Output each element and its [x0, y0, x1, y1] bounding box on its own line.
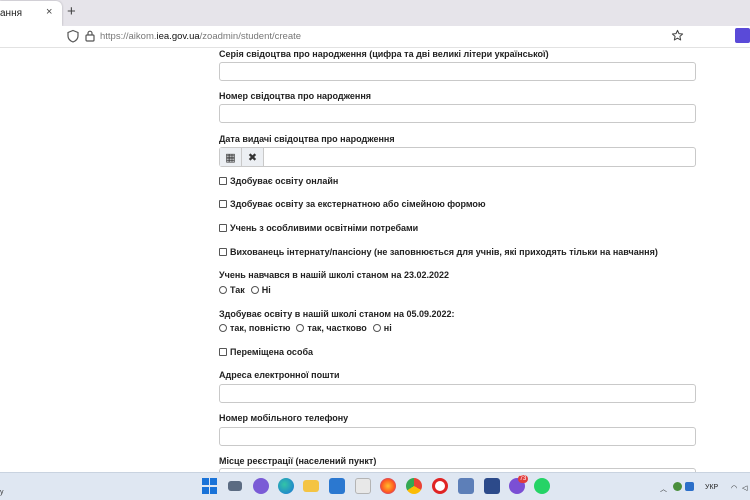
checkbox-label: Здобуває освіту за екстернатною або сіме…	[230, 199, 486, 209]
browser-tab[interactable]: ання ×	[0, 1, 62, 26]
tab-title: ання	[0, 8, 23, 19]
url-path: /zoadmin/student/create	[199, 31, 302, 42]
checkbox-box[interactable]	[219, 177, 227, 185]
phone-label: Номер мобільного телефону	[219, 413, 349, 423]
tray-app-icon[interactable]	[673, 482, 682, 491]
windows-start-icon[interactable]	[202, 478, 218, 494]
displaced-person-checkbox[interactable]: Переміщена особа	[219, 347, 313, 357]
birth-cert-series-label: Серія свідоцтва про народження (цифра та…	[219, 49, 549, 59]
tab-close-icon[interactable]: ×	[46, 6, 52, 18]
taskbar: у 73 ︿ УКР ◠ ◁	[0, 472, 750, 500]
radio-fully[interactable]	[219, 324, 227, 332]
external-family-education-checkbox[interactable]: Здобуває освіту за екстернатною або сіме…	[219, 199, 486, 209]
checkbox-label: Вихованець інтернату/пансіону (не заповн…	[230, 247, 658, 257]
radio-yes-label[interactable]: Так	[230, 285, 245, 295]
opera-icon[interactable]	[432, 478, 448, 494]
radio-none-label[interactable]: ні	[384, 323, 392, 333]
student-form: Серія свідоцтва про народження (цифра та…	[0, 48, 750, 472]
wifi-icon[interactable]: ◠	[731, 484, 737, 492]
radio-partially[interactable]	[296, 324, 305, 332]
lock-icon[interactable]	[84, 29, 96, 43]
keyboard-language[interactable]: УКР	[705, 484, 718, 491]
birth-cert-number-input[interactable]	[219, 104, 696, 123]
task-view-icon[interactable]	[228, 481, 242, 491]
app-icon-2[interactable]	[458, 478, 474, 494]
radio-no-label[interactable]: Ні	[262, 285, 271, 295]
save-app-icon[interactable]	[484, 478, 500, 494]
shield-icon[interactable]	[66, 29, 80, 43]
checkbox-box[interactable]	[219, 248, 227, 256]
tray-chevron-icon[interactable]: ︿	[660, 484, 667, 494]
email-input[interactable]	[219, 384, 696, 403]
whatsapp-icon[interactable]	[534, 478, 550, 494]
studied-2022-label: Учень навчався в нашій школі станом на 2…	[219, 270, 449, 280]
studies-09-2022-radio-group: так, повністю так, частково ні	[219, 323, 392, 333]
registration-label: Місце реєстрації (населений пункт)	[219, 456, 377, 466]
volume-icon[interactable]: ◁	[742, 484, 747, 492]
birth-cert-date-field[interactable]: ▦ ✖	[219, 147, 696, 167]
url-field[interactable]: https://aikom.iea.gov.ua/zoadmin/student…	[100, 31, 301, 42]
checkbox-box[interactable]	[219, 200, 227, 208]
file-explorer-icon[interactable]	[303, 480, 319, 492]
radio-yes[interactable]	[219, 286, 227, 294]
birth-cert-date-label: Дата видачі свідоцтва про народження	[219, 134, 395, 144]
notification-badge: 73	[518, 475, 528, 483]
chat-icon[interactable]	[253, 478, 269, 494]
new-tab-button[interactable]: +	[67, 3, 76, 20]
store-icon[interactable]	[329, 478, 345, 494]
phone-input[interactable]	[219, 427, 696, 446]
firefox-icon[interactable]	[380, 478, 396, 494]
studies-09-2022-label: Здобуває освіту в нашій школі станом на …	[219, 309, 455, 319]
bookmark-star-icon[interactable]	[671, 29, 684, 42]
checkbox-label: Учень з особливими освітніми потребами	[230, 223, 419, 233]
radio-partially-label[interactable]: так, частково	[307, 323, 366, 333]
online-education-checkbox[interactable]: Здобуває освіту онлайн	[219, 176, 338, 186]
special-needs-checkbox[interactable]: Учень з особливими освітніми потребами	[219, 223, 418, 233]
url-prefix: https://aikom.	[100, 31, 157, 42]
url-domain: iea.gov.ua	[156, 31, 200, 42]
checkbox-label: Здобуває освіту онлайн	[230, 176, 339, 186]
tray-app-icon-2[interactable]	[685, 482, 694, 491]
clear-date-icon[interactable]: ✖	[242, 148, 264, 166]
app-icon[interactable]	[355, 478, 371, 494]
checkbox-box[interactable]	[219, 224, 227, 232]
birth-cert-series-input[interactable]	[219, 62, 696, 81]
tab-strip: ання × +	[0, 0, 750, 26]
birth-cert-number-label: Номер свідоцтва про народження	[219, 91, 372, 101]
email-label: Адреса електронної пошти	[219, 370, 340, 380]
address-bar: https://aikom.iea.gov.ua/zoadmin/student…	[0, 26, 750, 48]
chrome-icon[interactable]	[406, 478, 422, 494]
studied-2022-radio-group: Так Ні	[219, 285, 271, 295]
taskbar-left-text: у	[0, 489, 4, 496]
boarding-school-checkbox[interactable]: Вихованець інтернату/пансіону (не заповн…	[219, 247, 658, 257]
radio-fully-label[interactable]: так, повністю	[230, 323, 290, 333]
checkbox-label: Переміщена особа	[230, 347, 314, 357]
radio-none[interactable]	[372, 324, 381, 332]
checkbox-box[interactable]	[219, 348, 227, 356]
firefox-account-icon[interactable]	[735, 28, 750, 43]
radio-no[interactable]	[250, 286, 259, 294]
calendar-icon[interactable]: ▦	[220, 148, 242, 166]
edge-icon[interactable]	[278, 478, 294, 494]
